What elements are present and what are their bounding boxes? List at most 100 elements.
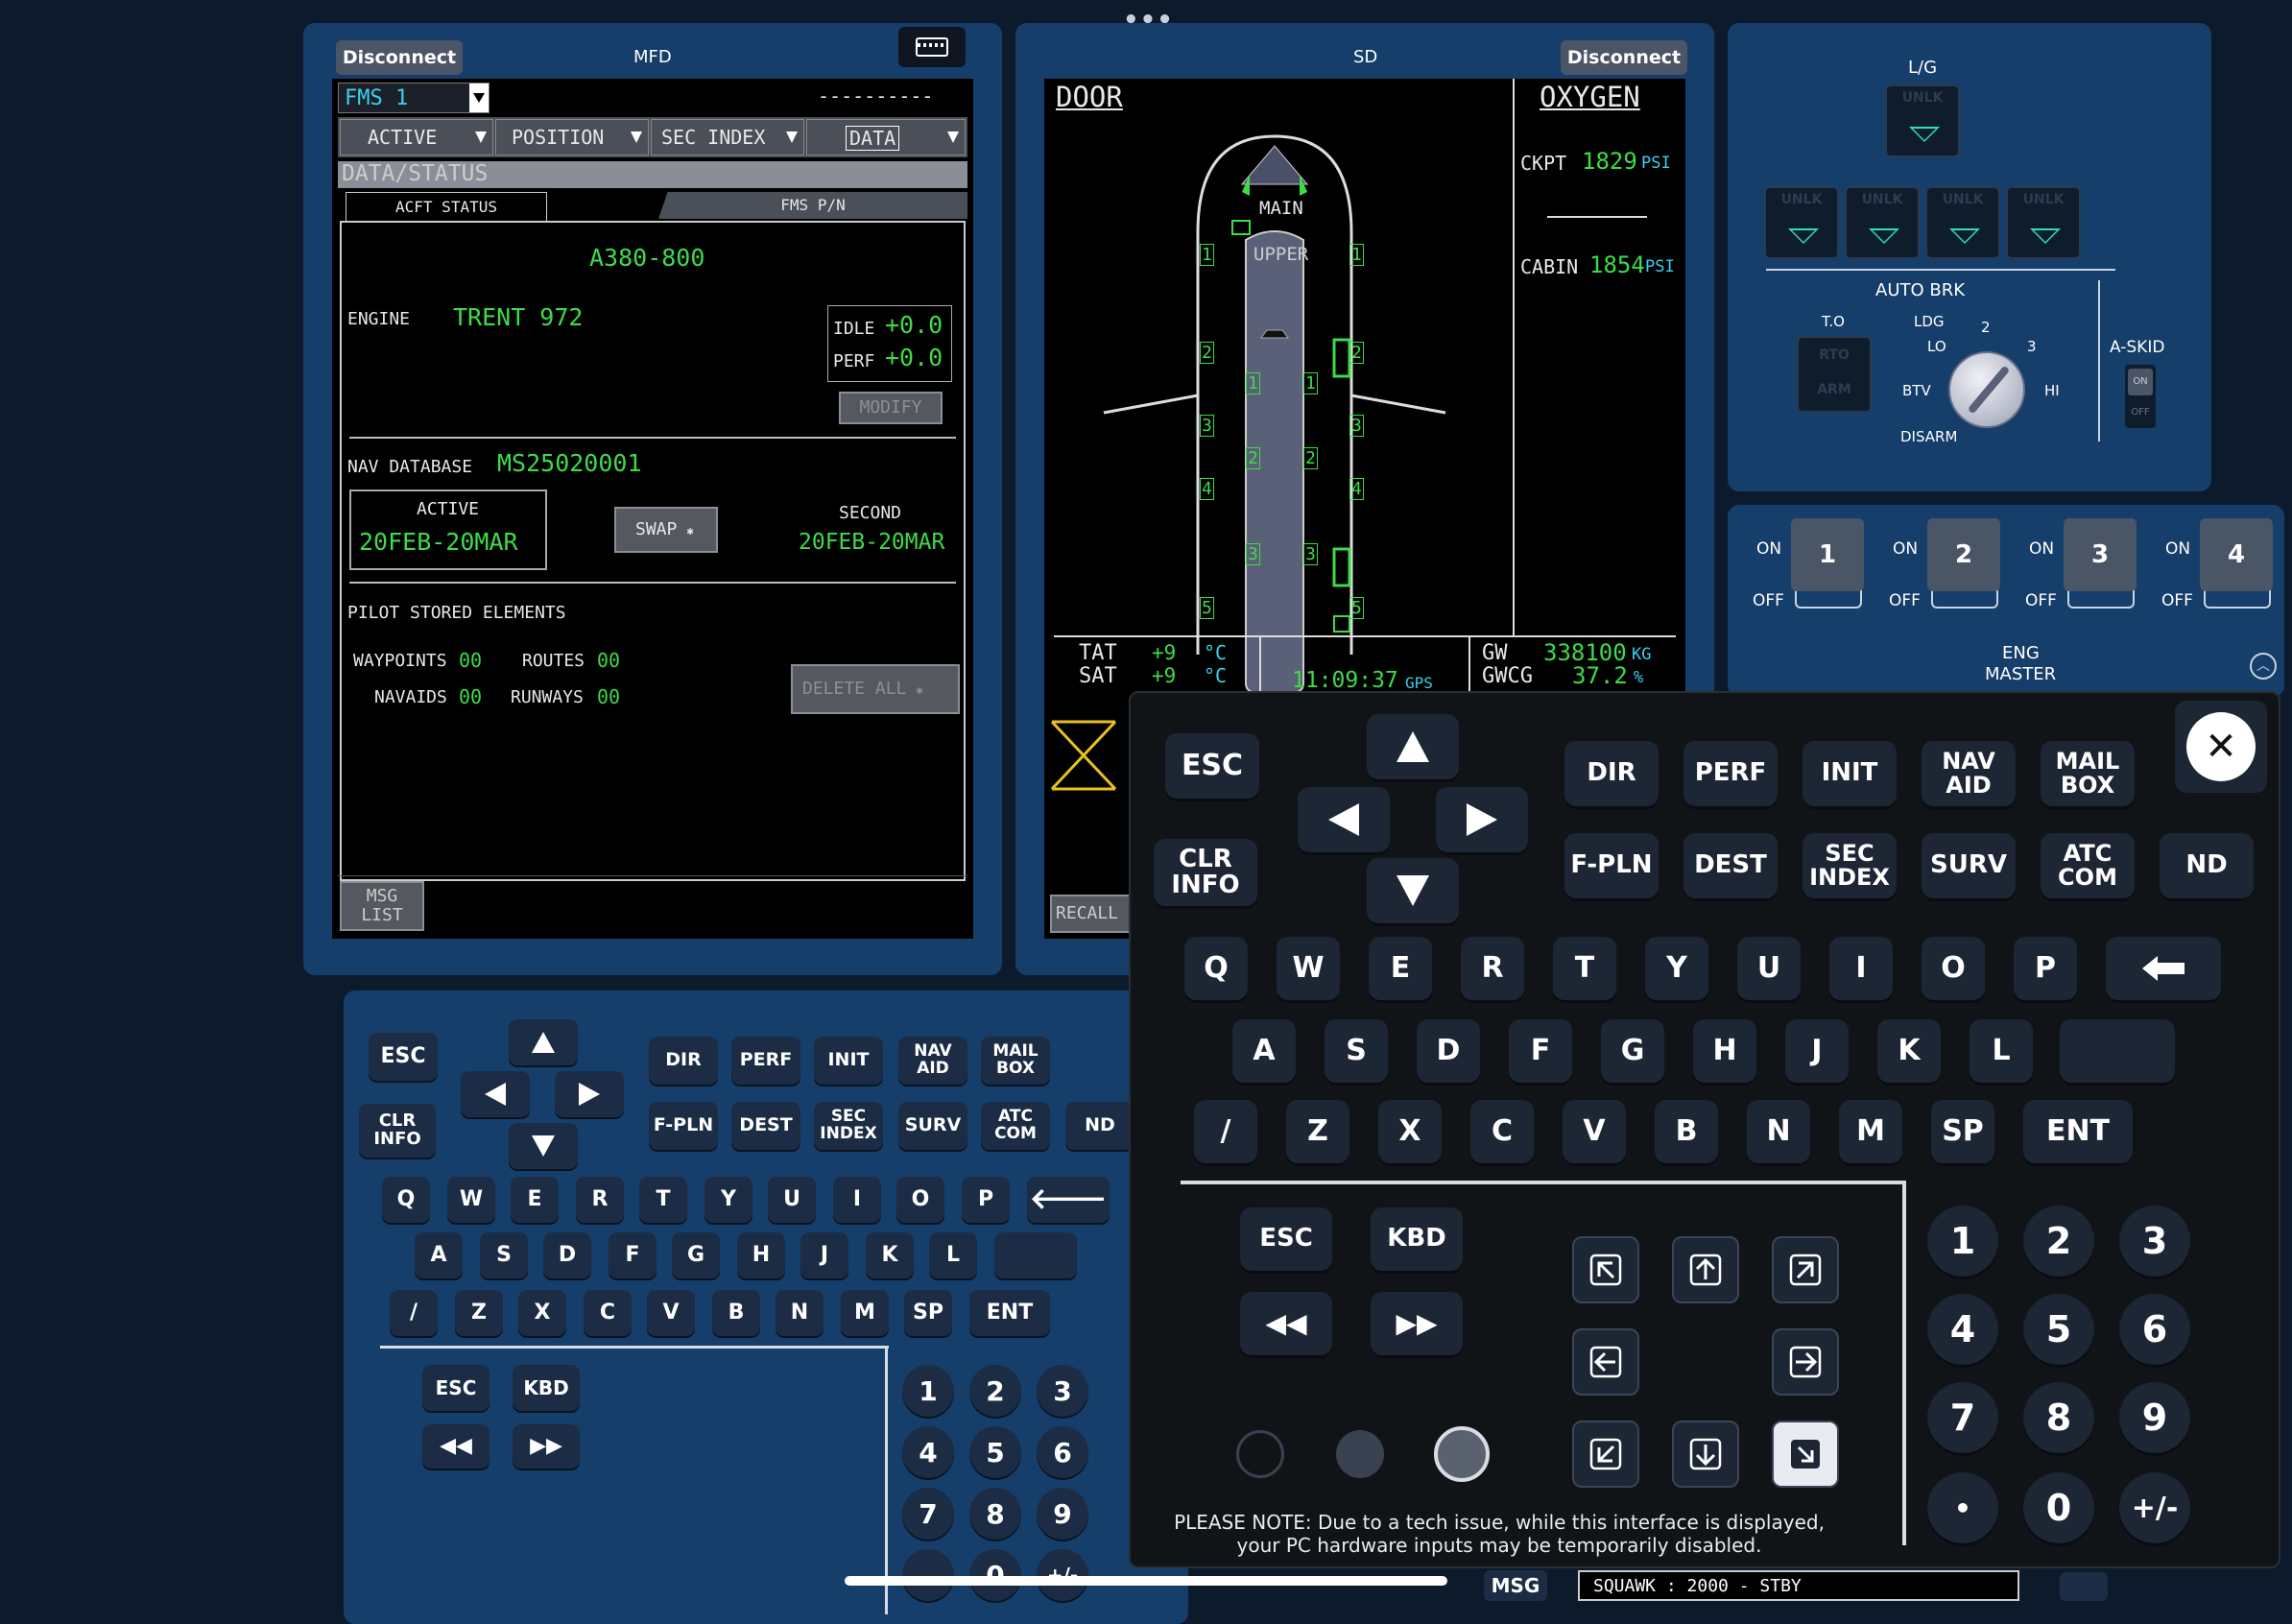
num-key-0[interactable]: 0 — [969, 1549, 1021, 1601]
brightness-high-button[interactable] — [1434, 1426, 1490, 1482]
key-k[interactable]: K — [866, 1232, 914, 1278]
rewind-key[interactable]: ◀◀ — [422, 1424, 489, 1469]
key-ent[interactable]: ENT — [2023, 1100, 2133, 1163]
modify-button[interactable]: MODIFY — [839, 392, 943, 424]
num-key-1[interactable]: 1 — [902, 1365, 954, 1417]
key-y[interactable]: Y — [1645, 937, 1708, 1000]
cursor-down-key[interactable] — [1672, 1421, 1739, 1488]
key-p[interactable]: P — [2014, 937, 2077, 1000]
menu-data[interactable]: DATA — [806, 119, 966, 155]
key-slash[interactable]: / — [390, 1290, 438, 1336]
key-g[interactable]: G — [672, 1232, 720, 1278]
num-key-6[interactable]: 6 — [2119, 1294, 2190, 1365]
num-key-0[interactable]: 0 — [2023, 1472, 2094, 1543]
swap-button[interactable]: SWAP ✱ — [614, 507, 718, 553]
surv-key[interactable]: SURV — [1922, 833, 2016, 898]
key-sp[interactable]: SP — [904, 1290, 952, 1336]
key-sp[interactable]: SP — [1931, 1100, 1994, 1163]
rto-arm-button[interactable]: RTO ARM — [1797, 336, 1872, 413]
key-c[interactable]: C — [1470, 1100, 1534, 1163]
key-o[interactable]: O — [1922, 937, 1985, 1000]
num-key-3[interactable]: 3 — [1037, 1365, 1088, 1417]
kccu-dir-key[interactable]: DIR — [649, 1037, 718, 1085]
kccu-perf-key[interactable]: PERF — [731, 1037, 800, 1085]
key-w[interactable]: W — [447, 1177, 495, 1223]
key-e[interactable]: E — [511, 1177, 559, 1223]
arrow-down-key[interactable] — [509, 1123, 578, 1169]
arrow-left-key[interactable] — [1298, 787, 1390, 852]
menu-position[interactable]: POSITION — [495, 119, 649, 155]
key-d[interactable]: D — [543, 1232, 591, 1278]
key-s[interactable]: S — [1325, 1019, 1388, 1083]
side-button[interactable] — [2060, 1572, 2108, 1601]
arrow-left-key[interactable] — [461, 1071, 530, 1117]
kccu-nav-aid-key[interactable]: NAV AID — [898, 1037, 967, 1085]
num-key-2[interactable]: 2 — [969, 1365, 1021, 1417]
delete-all-button[interactable]: DELETE ALL ✱ — [791, 664, 960, 714]
key-l[interactable]: L — [1970, 1019, 2033, 1083]
perf-key[interactable]: PERF — [1683, 741, 1778, 806]
num-key-5[interactable]: 5 — [2023, 1294, 2094, 1365]
dest-key[interactable]: DEST — [1683, 833, 1778, 898]
kccu-sec-index-key[interactable]: SEC INDEX — [814, 1102, 883, 1150]
msg-list-button[interactable]: MSG LIST — [340, 881, 424, 931]
esc2-key[interactable]: ESC — [1240, 1207, 1332, 1271]
cursor-left-key[interactable] — [1572, 1328, 1639, 1396]
key-t[interactable]: T — [639, 1177, 687, 1223]
kccu-esc2-key[interactable]: ESC — [422, 1365, 489, 1411]
key-q[interactable]: Q — [382, 1177, 430, 1223]
blank-key[interactable] — [994, 1232, 1077, 1278]
cursor-up-key[interactable] — [1672, 1236, 1739, 1303]
num-key-4[interactable]: 4 — [1927, 1294, 1998, 1365]
atc-com-key[interactable]: ATC COM — [2041, 833, 2135, 898]
key-j[interactable]: J — [1785, 1019, 1849, 1083]
key-slash[interactable]: / — [1194, 1100, 1257, 1163]
key-u[interactable]: U — [768, 1177, 816, 1223]
num-key-7[interactable]: 7 — [902, 1488, 954, 1540]
num-key-9[interactable]: 9 — [1037, 1488, 1088, 1540]
key-u[interactable]: U — [1737, 937, 1801, 1000]
backspace-key[interactable]: 🡐 — [1027, 1177, 1110, 1223]
close-overlay-button[interactable]: ✕ — [2175, 701, 2267, 793]
kccu-dest-key[interactable]: DEST — [731, 1102, 800, 1150]
key-m[interactable]: M — [841, 1290, 889, 1336]
cursor-down-left-key[interactable] — [1572, 1421, 1639, 1488]
key-f[interactable]: F — [1509, 1019, 1572, 1083]
esc-key[interactable]: ESC — [1165, 733, 1259, 799]
key-r[interactable]: R — [576, 1177, 624, 1223]
fast-forward-key[interactable]: ▶▶ — [1371, 1292, 1463, 1355]
kccu-f-pln-key[interactable]: F-PLN — [649, 1102, 718, 1150]
key-n[interactable]: N — [776, 1290, 824, 1336]
key-b[interactable]: B — [1655, 1100, 1718, 1163]
key-a[interactable]: A — [1232, 1019, 1296, 1083]
key-w[interactable]: W — [1277, 937, 1340, 1000]
rewind-key[interactable]: ◀◀ — [1240, 1292, 1332, 1355]
askid-switch[interactable]: ON OFF — [2125, 365, 2156, 428]
nd-key[interactable]: ND — [2160, 833, 2254, 898]
num-key-dot[interactable]: . — [902, 1549, 954, 1601]
mail-box-key[interactable]: MAIL BOX — [2041, 741, 2135, 806]
cursor-right-key[interactable] — [1772, 1328, 1839, 1396]
chevron-up-icon[interactable]: ︿ — [2250, 653, 2277, 680]
arrow-up-key[interactable] — [509, 1019, 578, 1065]
num-key-8[interactable]: 8 — [969, 1488, 1021, 1540]
mfd-disconnect-button[interactable]: Disconnect — [336, 40, 463, 75]
key-b[interactable]: B — [712, 1290, 760, 1336]
key-h[interactable]: H — [1693, 1019, 1756, 1083]
tab-acft-status[interactable]: ACFT STATUS — [346, 192, 547, 222]
sec-index-key[interactable]: SEC INDEX — [1803, 833, 1897, 898]
key-h[interactable]: H — [737, 1232, 785, 1278]
num-key-plus-minus[interactable]: +/- — [1037, 1549, 1088, 1601]
kccu-init-key[interactable]: INIT — [814, 1037, 883, 1085]
key-d[interactable]: D — [1417, 1019, 1480, 1083]
num-key-5[interactable]: 5 — [969, 1426, 1021, 1478]
key-s[interactable]: S — [480, 1232, 528, 1278]
key-e[interactable]: E — [1369, 937, 1432, 1000]
num-key-4[interactable]: 4 — [902, 1426, 954, 1478]
kccu-kbd-key[interactable]: KBD — [513, 1365, 580, 1411]
key-k[interactable]: K — [1877, 1019, 1941, 1083]
fms-select[interactable]: FMS 1 — [338, 83, 489, 113]
init-key[interactable]: INIT — [1803, 741, 1897, 806]
f-pln-key[interactable]: F-PLN — [1564, 833, 1659, 898]
msg-button[interactable]: MSG — [1484, 1570, 1547, 1601]
